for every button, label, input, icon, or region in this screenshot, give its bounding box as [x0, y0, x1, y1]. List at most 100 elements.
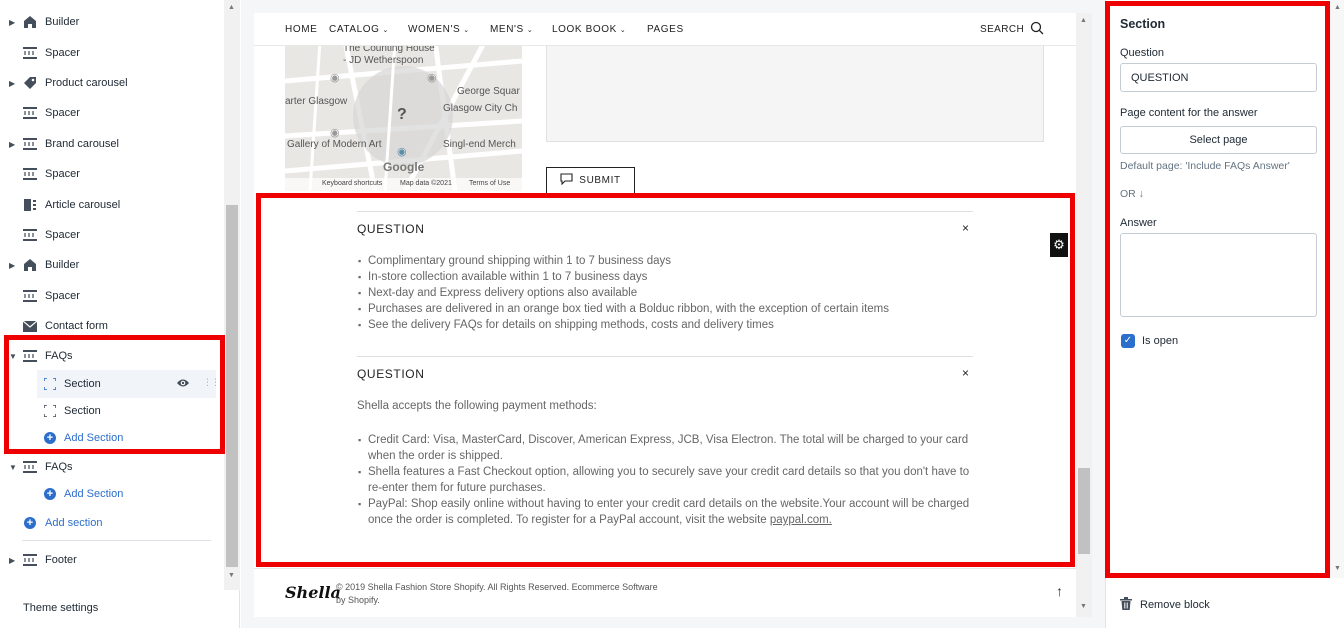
contact-message-field[interactable] [546, 41, 1044, 142]
list-item: In-store collection available within 1 t… [358, 269, 889, 285]
eye-icon[interactable] [176, 377, 190, 392]
scroll-up-icon[interactable]: ▲ [1080, 17, 1087, 24]
submit-label: SUBMIT [579, 175, 621, 186]
add-section-button[interactable]: + Add Section [0, 424, 223, 452]
google-map[interactable]: The Counting House - JD Wetherspoon Geor… [285, 41, 522, 191]
sidebar-item-product-carousel[interactable]: ▶ Product carousel [0, 69, 223, 97]
chevron-down-icon: ⌄ [619, 27, 627, 34]
nav-home[interactable]: HOME [285, 24, 317, 35]
store-footer: Shella © 2019 Shella Fashion Store Shopi… [254, 568, 1076, 617]
sidebar-item-spacer[interactable]: Spacer [0, 99, 223, 127]
map-pin-icon[interactable]: ◉ [330, 71, 340, 84]
gear-icon[interactable]: ⚙ [1050, 233, 1068, 257]
mail-icon [22, 318, 38, 334]
faq-answer-intro: Shella accepts the following payment met… [357, 400, 597, 412]
remove-block-label: Remove block [1140, 599, 1210, 611]
sidebar-item-faqs[interactable]: ▼ FAQs [0, 342, 223, 370]
sidebar-item-brand-carousel[interactable]: ▶ Brand carousel [0, 130, 223, 158]
sidebar-item-spacer[interactable]: Spacer [0, 160, 223, 188]
nav-label: CATALOG [329, 24, 380, 35]
add-section-root-button[interactable]: + Add section [0, 509, 223, 537]
search-icon[interactable] [1030, 21, 1044, 40]
faq-question[interactable]: QUESTION [357, 367, 424, 381]
chevron-down-icon[interactable]: ▼ [9, 352, 17, 361]
sidebar-item-label: Contact form [45, 320, 108, 332]
submit-button[interactable]: SUBMIT [546, 167, 635, 194]
drag-handle-icon[interactable]: ⋮⋮ [203, 377, 220, 388]
sidebar-item-footer[interactable]: ▶ Footer [0, 546, 223, 574]
arrow-up-icon[interactable]: ↑ [1056, 583, 1063, 599]
is-open-label[interactable]: Is open [1142, 335, 1178, 347]
scroll-up-icon[interactable]: ▲ [1334, 4, 1341, 11]
question-input[interactable] [1120, 63, 1317, 92]
sidebar-block-label: Section [64, 405, 101, 417]
sidebar-item-spacer[interactable]: Spacer [0, 221, 223, 249]
close-icon[interactable]: × [962, 221, 969, 235]
select-page-button[interactable]: Select page [1120, 126, 1317, 154]
map-pin-icon[interactable]: ◉ [330, 126, 340, 139]
chevron-down-icon: ⌄ [463, 27, 470, 34]
list-item: Complimentary ground shipping within 1 t… [358, 253, 889, 269]
nav-look-book[interactable]: LOOK BOOK ⌄ [552, 24, 626, 35]
list-item: Credit Card: Visa, MasterCard, Discover,… [358, 432, 973, 464]
answer-textarea[interactable] [1120, 233, 1317, 317]
list-item: Shella features a Fast Checkout option, … [358, 464, 973, 496]
sidebar-item-label: FAQs [45, 461, 73, 473]
shella-logo[interactable]: Shella [285, 583, 341, 602]
sidebar-item-builder[interactable]: ▶ Builder [0, 8, 223, 36]
nav-mens[interactable]: MEN'S ⌄ [490, 24, 533, 35]
panel-scrollbar[interactable]: ▲ ▼ [1330, 0, 1344, 578]
map-pin-icon[interactable]: ◉ [427, 71, 437, 84]
nav-womens[interactable]: WOMEN'S ⌄ [408, 24, 470, 35]
scroll-up-icon[interactable]: ▲ [228, 4, 235, 11]
paypal-link[interactable]: paypal.com. [770, 514, 832, 526]
preview-scrollbar[interactable]: ▲ ▼ [1076, 13, 1092, 617]
sidebar-item-label: Builder [45, 259, 80, 271]
sidebar-item-contact-form[interactable]: Contact form [0, 312, 223, 340]
map-footer-link[interactable]: Keyboard shortcuts [322, 180, 382, 187]
sidebar-item-builder[interactable]: ▶ Builder [0, 251, 223, 279]
sidebar-item-label: Spacer [45, 47, 80, 59]
map-pin-icon[interactable]: ◉ [397, 145, 407, 158]
spacer-icon [22, 459, 38, 475]
nav-label: LOOK BOOK [552, 24, 617, 35]
sidebar-block-section-selected[interactable]: Section ⋮⋮ [37, 370, 220, 398]
remove-block-button[interactable]: Remove block [1120, 597, 1210, 613]
list-item: PayPal: Shop easily online without havin… [358, 496, 973, 528]
article-icon [22, 197, 38, 213]
chevron-right-icon[interactable]: ▶ [9, 140, 17, 149]
map-label: George Squar [457, 86, 520, 97]
sidebar-item-label: Brand carousel [45, 138, 119, 150]
sidebar-scrollbar[interactable]: ▲ ▼ [224, 0, 240, 590]
sidebar-item-spacer[interactable]: Spacer [0, 282, 223, 310]
answer-label: Answer [1120, 217, 1157, 229]
sidebar-block-section[interactable]: Section [0, 397, 223, 425]
chevron-down-icon[interactable]: ▼ [9, 463, 17, 472]
scrollbar-thumb[interactable] [1078, 468, 1090, 554]
scroll-down-icon[interactable]: ▼ [1334, 565, 1341, 572]
page-content-label: Page content for the answer [1120, 107, 1258, 119]
spacer-icon [22, 105, 38, 121]
map-footer-link[interactable]: Terms of Use [469, 180, 510, 187]
add-section-button[interactable]: + Add Section [0, 480, 223, 508]
search-link[interactable]: SEARCH [980, 24, 1024, 35]
chevron-right-icon[interactable]: ▶ [9, 79, 17, 88]
map-label: Gallery of Modern Art [287, 139, 382, 150]
chevron-right-icon[interactable]: ▶ [9, 556, 17, 565]
is-open-checkbox[interactable]: ✓ [1121, 334, 1135, 348]
theme-settings-link[interactable]: Theme settings [23, 602, 98, 614]
nav-catalog[interactable]: CATALOG ⌄ [329, 24, 389, 35]
close-icon[interactable]: × [962, 366, 969, 380]
sections-tree: ▶ Builder Spacer ▶ Product carousel Spac… [0, 0, 223, 590]
chevron-right-icon[interactable]: ▶ [9, 18, 17, 27]
scroll-down-icon[interactable]: ▼ [228, 572, 235, 579]
sidebar-item-faqs[interactable]: ▼ FAQs [0, 453, 223, 481]
sidebar-item-spacer[interactable]: Spacer [0, 39, 223, 67]
nav-pages[interactable]: PAGES [647, 24, 684, 35]
sidebar-item-article-carousel[interactable]: Article carousel [0, 191, 223, 219]
scroll-down-icon[interactable]: ▼ [1080, 603, 1087, 610]
scrollbar-thumb[interactable] [226, 205, 238, 567]
question-mark-icon: ? [397, 106, 407, 123]
chevron-right-icon[interactable]: ▶ [9, 261, 17, 270]
faq-question[interactable]: QUESTION [357, 222, 424, 236]
